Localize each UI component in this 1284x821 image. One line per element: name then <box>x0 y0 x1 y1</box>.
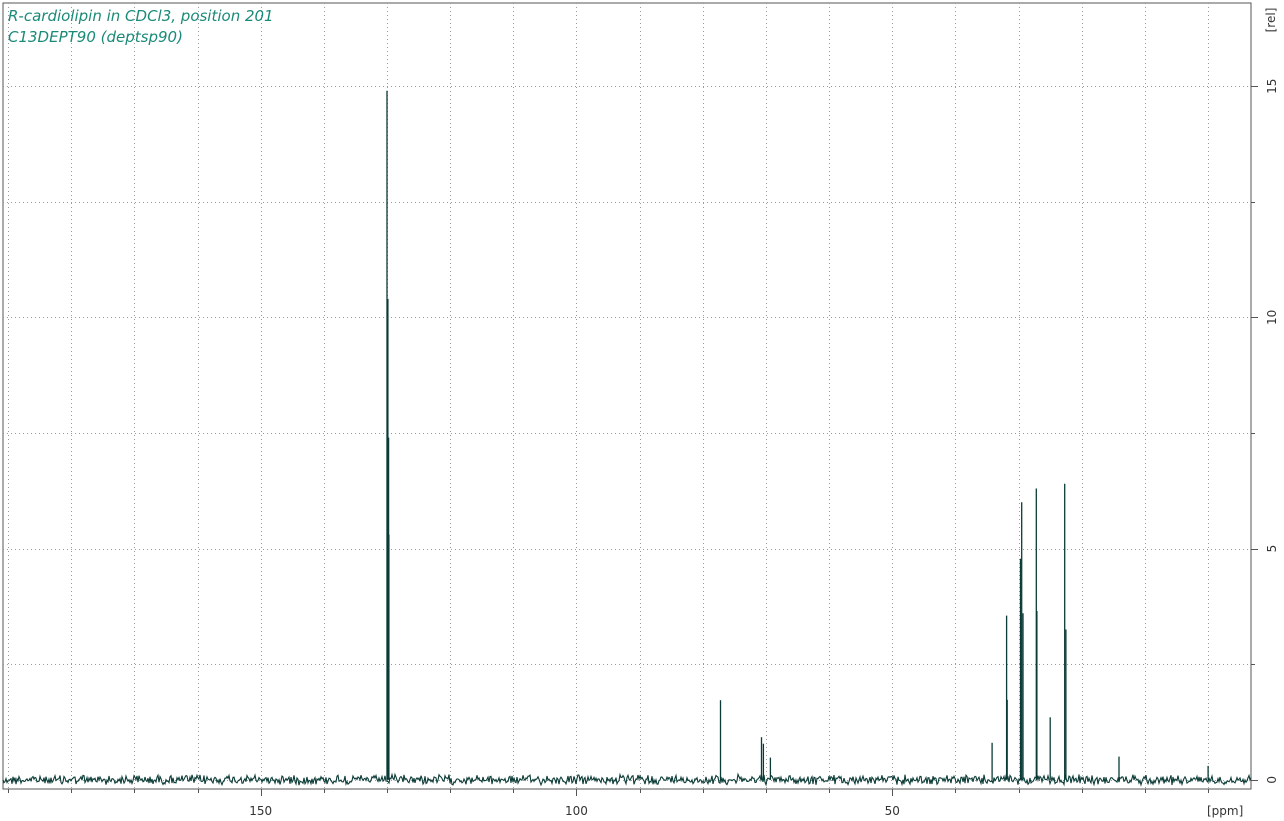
chart-title-line-1: R-cardiolipin in CDCl3, position 201 <box>8 7 274 25</box>
y-axis-unit-label: [rel] <box>1264 8 1278 33</box>
x-tick-label: 100 <box>565 804 588 818</box>
x-axis: 150 100 50 <box>8 789 1209 818</box>
y-tick-label: 0 <box>1265 776 1279 784</box>
y-tick-label: 5 <box>1265 545 1279 553</box>
y-tick-label: 15 <box>1265 79 1279 94</box>
nmr-spectrum-chart: 150 100 50 0 5 10 15 R-cardiolipin in CDCl3, … <box>2 2 1279 818</box>
y-axis: 0 5 10 15 <box>1251 79 1279 784</box>
x-tick-label: 150 <box>249 804 272 818</box>
y-tick-label: 10 <box>1265 310 1279 325</box>
x-tick-label: 50 <box>885 804 900 818</box>
x-axis-unit-label: [ppm] <box>1207 804 1243 818</box>
plot-frame <box>2 2 1252 790</box>
chart-title-line-2: C13DEPT90 (deptsp90) <box>8 28 183 46</box>
